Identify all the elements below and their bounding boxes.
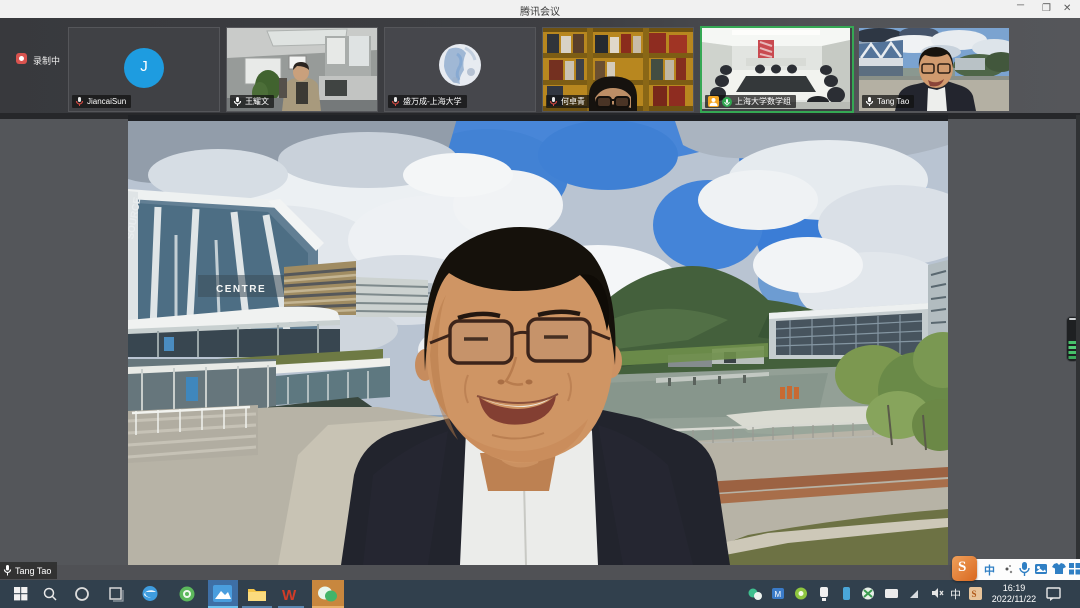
svg-text:M: M xyxy=(775,590,782,599)
svg-text:W: W xyxy=(282,587,297,604)
svg-text:S: S xyxy=(972,589,977,599)
svg-text:中: 中 xyxy=(984,563,995,577)
svg-text:中: 中 xyxy=(950,588,961,601)
svg-text:CENTRE: CENTRE xyxy=(216,284,266,295)
